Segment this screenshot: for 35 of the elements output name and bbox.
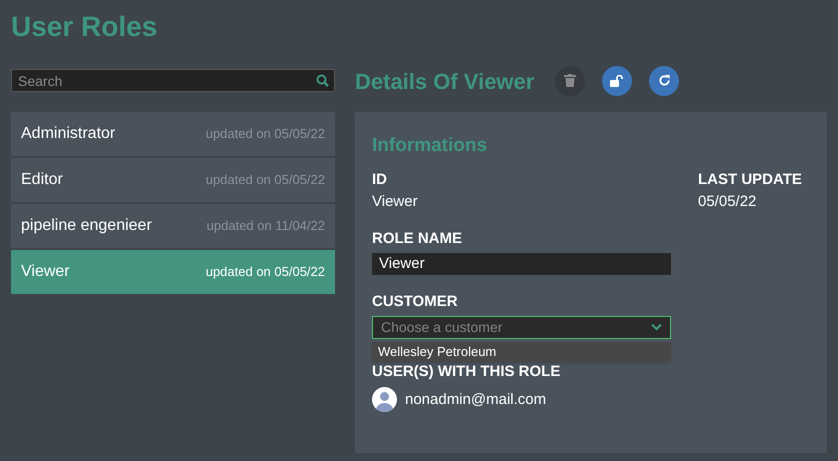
trash-icon (564, 74, 576, 87)
refresh-icon (658, 74, 671, 87)
page-title: User Roles (11, 10, 158, 44)
role-list-item[interactable]: pipeline engenieer updated on 11/04/22 (11, 204, 335, 248)
role-list-item[interactable]: Administrator updated on 05/05/22 (11, 112, 335, 156)
role-updated-date: updated on 05/05/22 (206, 263, 325, 282)
role-name: Editor (21, 170, 63, 190)
avatar-icon (372, 387, 397, 412)
chevron-down-icon (651, 323, 662, 331)
unlock-icon (610, 74, 624, 86)
section-title: Informations (372, 134, 488, 158)
details-title: Details Of Viewer (355, 68, 534, 96)
field-label: LAST UPDATE (698, 170, 803, 190)
role-list-item[interactable]: Editor updated on 05/05/22 (11, 158, 335, 202)
role-updated-date: updated on 11/04/22 (206, 217, 325, 236)
field-label: ROLE NAME (372, 230, 463, 249)
user-email: nonadmin@mail.com (405, 390, 546, 410)
role-name: Viewer (21, 262, 70, 282)
customer-select[interactable]: Choose a customer (372, 316, 671, 338)
field-label: USER(S) WITH THIS ROLE (372, 362, 562, 382)
search-field[interactable]: Search (11, 69, 335, 92)
field-label: CUSTOMER (372, 292, 459, 312)
search-icon (316, 74, 329, 87)
role-name: Administrator (21, 124, 116, 144)
role-list-item[interactable]: Viewer updated on 05/05/22 (11, 250, 335, 294)
refresh-button[interactable] (649, 66, 680, 96)
field-value: 05/05/22 (698, 193, 758, 212)
role-name-field[interactable]: Viewer (372, 252, 671, 275)
unlock-button[interactable] (602, 66, 632, 96)
role-updated-date: updated on 05/05/22 (206, 125, 325, 144)
role-updated-date: updated on 05/05/22 (206, 171, 325, 190)
customer-option[interactable]: Wellesley Petroleum (372, 342, 671, 362)
field-label: ID (372, 170, 388, 190)
role-name: pipeline engenieer (21, 216, 152, 236)
field-value: Viewer (372, 193, 418, 212)
